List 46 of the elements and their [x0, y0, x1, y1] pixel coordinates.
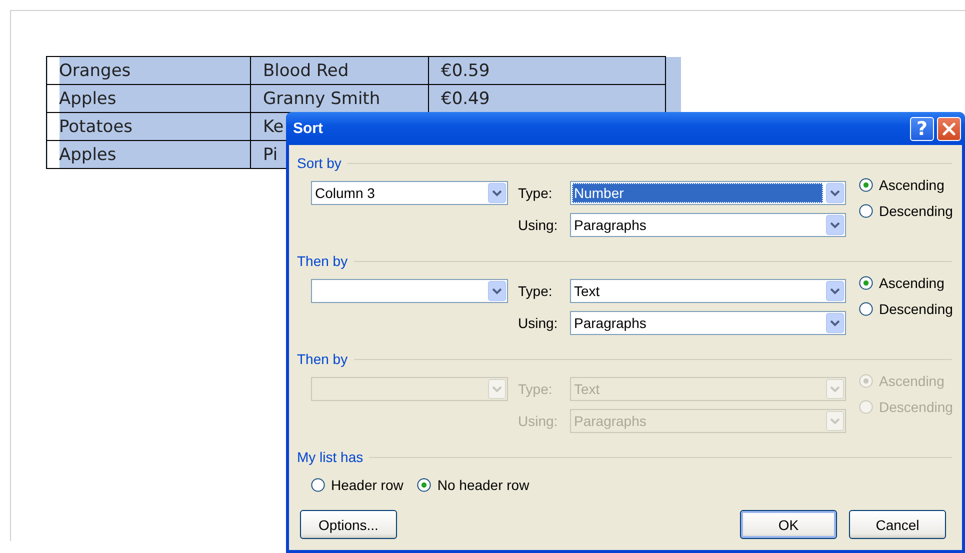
field-label: Using:: [517, 413, 559, 429]
radio-label[interactable]: Ascending: [879, 177, 944, 193]
dialog-button[interactable]: Options...: [300, 510, 397, 539]
table-cell: Apples: [46, 140, 250, 168]
dropdown-field[interactable]: [311, 279, 508, 303]
dropdown-field[interactable]: Column 3: [311, 181, 508, 205]
dialog-button[interactable]: Cancel: [849, 510, 946, 539]
radio-label[interactable]: Descending: [879, 301, 953, 317]
dialog-button[interactable]: OK: [740, 510, 837, 539]
field-label: Using:: [517, 217, 559, 233]
row-end-marker: [666, 84, 680, 112]
section-label: My list has: [297, 449, 364, 465]
dropdown-field[interactable]: Number: [570, 181, 846, 205]
dropdown-field[interactable]: Text: [570, 279, 846, 303]
dropdown-field[interactable]: [311, 377, 508, 401]
radio-label[interactable]: No header row: [437, 477, 530, 493]
radio-button[interactable]: [859, 204, 873, 218]
section-label: Then by: [297, 351, 348, 367]
table-cell: €0.49: [428, 84, 666, 112]
dropdown-field[interactable]: Paragraphs: [570, 311, 846, 335]
field-label: Type:: [517, 381, 554, 397]
field-label: Using:: [517, 315, 559, 331]
table-cell: Oranges: [46, 56, 250, 84]
field-label: Type:: [517, 185, 554, 201]
row-end-marker: [666, 56, 680, 84]
radio-label[interactable]: Header row: [331, 477, 404, 493]
radio-button[interactable]: [859, 178, 873, 192]
table-cell: Blood Red: [250, 56, 428, 84]
dropdown-field[interactable]: Paragraphs: [570, 213, 846, 237]
radio-button[interactable]: [417, 478, 432, 492]
section-label: Sort by: [297, 155, 342, 171]
table-cell: €0.59: [428, 56, 666, 84]
help-button[interactable]: ?: [910, 116, 934, 140]
radio-label[interactable]: Ascending: [879, 275, 944, 291]
radio-button[interactable]: [859, 302, 873, 316]
close-icon: [942, 122, 956, 136]
section-label: Then by: [297, 253, 348, 269]
radio-label[interactable]: Descending: [879, 203, 953, 219]
table-cell: Apples: [46, 84, 250, 112]
radio-button[interactable]: [311, 478, 325, 492]
field-label: Type:: [517, 283, 554, 299]
window-title: Sort: [293, 120, 324, 137]
table-cell: Potatoes: [46, 112, 250, 140]
radio-button[interactable]: [859, 276, 873, 290]
close-button[interactable]: [937, 116, 961, 140]
table-cell: Granny Smith: [250, 84, 428, 112]
